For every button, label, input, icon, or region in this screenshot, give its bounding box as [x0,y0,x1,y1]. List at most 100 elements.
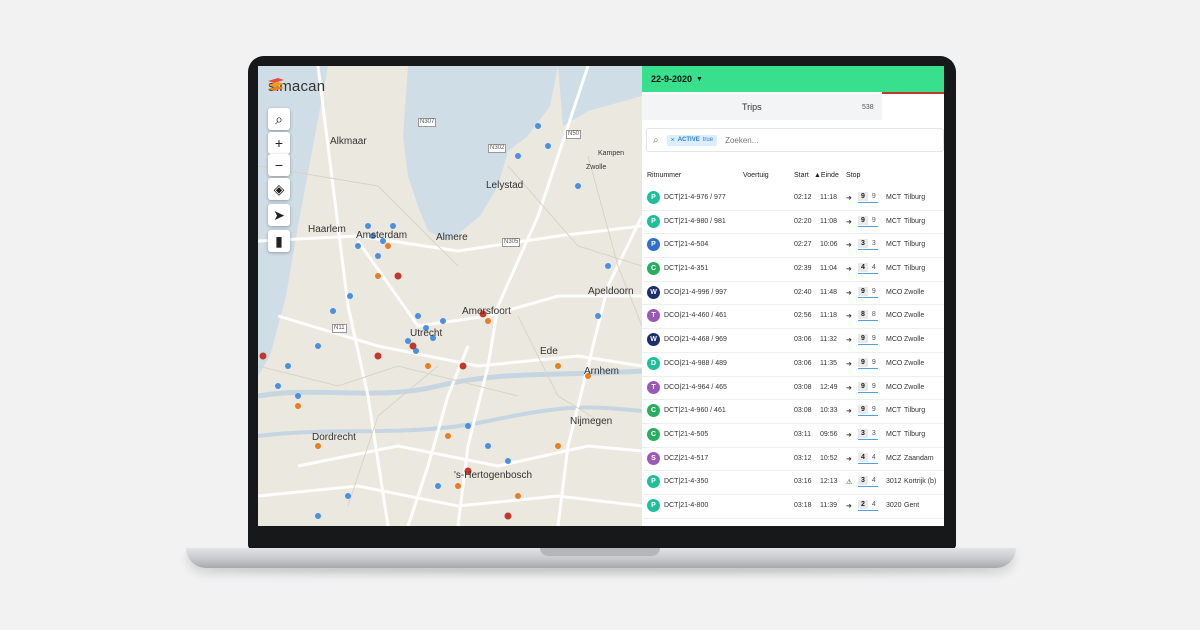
destination-city: Tilburg [904,241,926,249]
trip-status-badge: P [647,191,660,204]
filter-chip[interactable]: × ACTIVE true [666,134,718,146]
destination-city: Zwolle [904,312,925,320]
table-row[interactable]: P DCT|21-4-976 / 977 02:12 11:18 ➜ 9 9 MCT Tilbu… [642,187,944,211]
destination-city: Zaandam [904,454,934,462]
city-label: Ede [540,346,558,357]
table-row[interactable]: P DCT|21-4-980 / 981 02:20 11:08 ➜ 9 9 MCT Tilbu… [642,211,944,235]
destination-code: MCT [886,217,902,225]
destination-city: Tilburg [904,265,926,273]
stop-progress: 99 [858,215,878,227]
ritnummer-cell: DCT|21-4-976 / 977 [664,194,726,201]
chevron-down-icon[interactable]: ▼ [696,76,703,83]
table-row[interactable]: C DCT|21-4-960 / 461 03:08 10:33 ➜ 9 9 MCT Tilbu… [642,400,944,424]
start-cell: 03:16 [794,478,812,486]
brand: simacan [268,78,325,95]
stops-total: 9 [871,335,876,343]
road-label: N11 [332,324,347,333]
table-row[interactable]: C DCT|21-4-351 02:39 11:04 ➜ 4 4 MCT Tilburg [642,258,944,282]
map-view[interactable]: simacan ⌕ + − ◈ ➤ ▮ Alkmaar Lelystad Haa… [258,66,642,526]
trip-status-badge: W [647,285,660,299]
einde-cell: 12:49 [820,383,838,391]
einde-cell: 11:08 [820,217,837,225]
direction-icon: ➜ [846,242,852,250]
date-selector[interactable]: 22-9-2020 [651,74,692,84]
start-cell: 02:40 [794,288,812,296]
table-row[interactable]: P DCT|21-4-800 03:18 11:39 ➜ 2 4 3020 Gent [642,495,944,519]
stop-progress: 99 [858,286,878,298]
ritnummer-cell: DCT|21-4-980 / 981 [664,217,726,225]
table-row[interactable]: C DCT|21-4-505 03:11 09:56 ➜ 3 3 MCT Tilburg [642,424,944,448]
city-label: Alkmaar [330,136,367,147]
remove-filter-icon[interactable]: × [671,137,675,144]
map-icon: ▮ [275,232,283,249]
start-cell: 03:08 [794,383,812,391]
direction-icon: ➜ [846,266,852,274]
table-row[interactable]: T DCO|21-4-460 / 461 02:56 11:18 ➜ 8 8 MCO Zwoll… [642,305,944,330]
stops-done: 9 [858,215,868,225]
stops-total: 9 [871,216,876,224]
city-label: Almere [436,232,468,243]
stops-total: 4 [871,453,876,461]
table-row[interactable]: P DCT|21-4-350 03:16 12:13 ⚠ 3 4 3012 Kortrijk (… [642,471,944,495]
tab-trips[interactable]: Trips 538 [642,94,882,120]
ritnummer-cell: DCT|21-4-351 [664,265,709,273]
stop-progress: 33 [858,239,878,251]
zoom-out-button[interactable]: − [268,154,290,176]
table-row[interactable]: W DCO|21-4-468 / 969 03:06 11:32 ➜ 9 9 MCO Zwoll… [642,329,944,353]
stop-progress: 88 [858,310,878,322]
stops-total: 4 [871,264,876,272]
road-label: N307 [418,118,437,127]
destination-city: Zwolle [904,336,925,344]
destination-code: MCT [886,430,902,438]
layers-button[interactable]: ◈ [268,178,290,200]
trip-status-badge: D [647,356,660,370]
map-type-button[interactable]: ▮ [268,230,290,252]
destination-code: MCO [886,312,903,320]
start-cell: 02:39 [794,265,812,273]
stop-progress: 44 [858,452,878,464]
stop-progress: 24 [858,499,878,511]
stop-progress: 34 [858,476,878,488]
trip-status-badge: C [647,262,660,276]
direction-icon: ➜ [846,408,852,416]
ritnummer-cell: DCO|21-4-468 / 969 [664,336,727,344]
destination-city: Zwolle [904,359,925,367]
trip-status-badge: C [647,427,660,441]
map-search-button[interactable]: ⌕ [268,108,290,130]
stops-total: 3 [871,240,876,248]
destination-code: 3020 [886,501,902,509]
table-row[interactable]: T DCO|21-4-964 / 465 03:08 12:49 ➜ 9 9 MCO Zwoll… [642,377,944,401]
ritnummer-cell: DCO|21-4-460 / 461 [664,312,727,320]
table-row[interactable]: P DCT|21-4-504 02:27 10:06 ➜ 3 3 MCT Tilburg [642,234,944,259]
date-bar[interactable]: 22-9-2020 ▼ [642,66,944,92]
zoom-in-button[interactable]: + [268,132,290,154]
stops-done: 8 [858,310,868,320]
destination-code: 3012 [886,478,902,486]
start-cell: 03:06 [794,359,812,367]
search-icon: ⌕ [653,134,659,146]
stops-done: 9 [858,357,868,367]
col-voertuig[interactable]: Voertuig [743,172,769,179]
trip-status-badge: S [647,451,660,465]
search-input[interactable] [725,135,876,145]
table-row[interactable]: S DCZ|21-4-517 03:12 10:52 ➜ 4 4 MCZ Zaandam [642,448,944,472]
city-label: Apeldoorn [588,286,634,297]
road-label: N50 [566,130,582,139]
table-row[interactable]: D DCO|21-4-988 / 489 03:06 11:35 ➜ 9 9 MCO Zwoll… [642,353,944,377]
destination-code: MCT [886,194,902,201]
road-label: N305 [502,238,521,247]
col-einde[interactable]: ▲Einde [814,172,839,179]
start-cell: 03:18 [794,501,812,509]
stops-total: 3 [871,429,876,437]
destination-code: MCO [886,383,903,391]
locate-button[interactable]: ➤ [268,204,290,226]
stops-done: 9 [858,405,868,415]
stops-done: 3 [858,428,868,438]
stop-progress: 99 [858,381,878,393]
col-stop[interactable]: Stop [846,172,860,179]
filter-value: true [702,137,714,143]
table-row[interactable]: W DCO|21-4-996 / 997 02:40 11:48 ➜ 9 9 MCO Zwoll… [642,282,944,306]
col-ritnummer[interactable]: Ritnummer [647,172,681,179]
col-start[interactable]: Start [794,172,809,179]
locate-icon: ➤ [273,206,285,223]
